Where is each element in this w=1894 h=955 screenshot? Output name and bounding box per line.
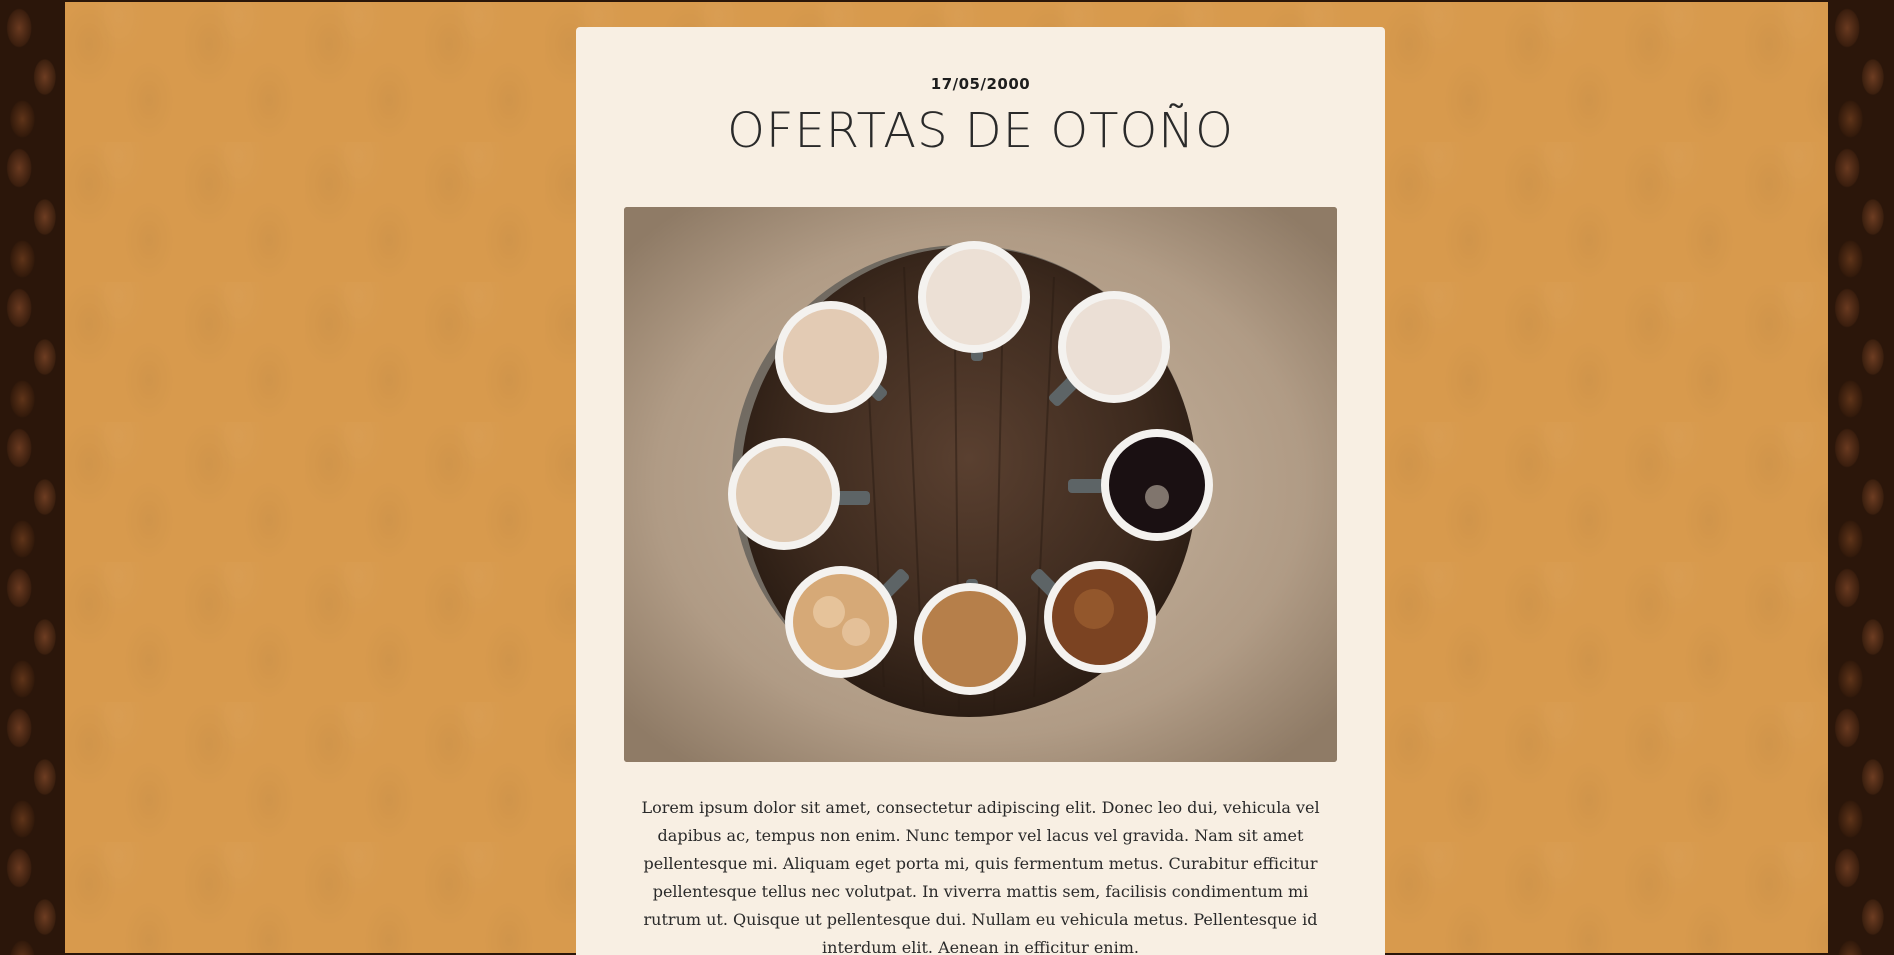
post-body: Lorem ipsum dolor sit amet, consectetur …: [641, 798, 1320, 955]
post-title: OFERTAS DE OTOÑO: [727, 103, 1234, 159]
post-date: 17/05/2000: [930, 75, 1031, 93]
coffee-cups-illustration: [624, 207, 1337, 762]
post-card: 17/05/2000 OFERTAS DE OTOÑO Lorem ipsum …: [576, 27, 1385, 955]
coffee-bean-background-left: [0, 0, 65, 955]
content-background: 17/05/2000 OFERTAS DE OTOÑO Lorem ipsum …: [65, 2, 1828, 955]
coffee-bean-background-right: [1828, 0, 1894, 955]
post-image: [624, 207, 1337, 762]
